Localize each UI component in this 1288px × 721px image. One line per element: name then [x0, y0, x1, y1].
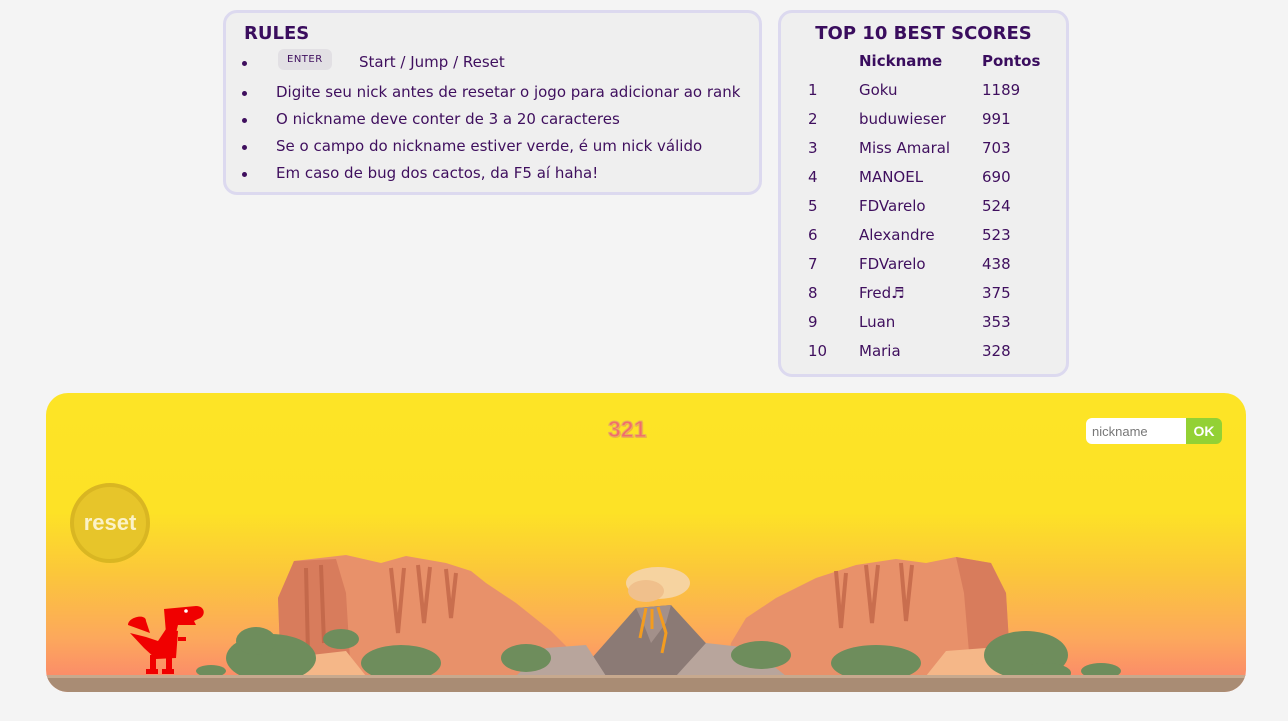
points-cell: 690 [982, 168, 1011, 186]
nickname-cell: Alexandre [859, 226, 935, 244]
points-cell: 523 [982, 226, 1011, 244]
rank-cell: 8 [808, 284, 818, 302]
score-row: 8 Fred♬ 375 [781, 284, 1066, 306]
nickname-cell: FDVarelo [859, 255, 926, 273]
rank-cell: 6 [808, 226, 818, 244]
nickname-cell: Luan [859, 313, 896, 331]
rule-item: ENTER Start / Jump / Reset [226, 49, 759, 75]
score-row: 4 MANOEL 690 [781, 168, 1066, 190]
nickname-cell: buduwieser [859, 110, 946, 128]
nickname-input[interactable] [1086, 418, 1187, 444]
rule-item: Em caso de bug dos cactos, da F5 aí haha… [226, 164, 759, 186]
points-cell: 1189 [982, 81, 1021, 99]
nickname-cell: Miss Amaral [859, 139, 951, 157]
score-row: 6 Alexandre 523 [781, 226, 1066, 248]
rule-text: Digite seu nick antes de resetar o jogo … [276, 83, 741, 101]
points-cell: 353 [982, 313, 1011, 331]
scores-title: TOP 10 BEST SCORES [815, 23, 1032, 44]
bullet-icon [242, 118, 247, 123]
points-cell: 991 [982, 110, 1011, 128]
nickname-cell: Fred♬ [859, 284, 905, 302]
rule-text: Em caso de bug dos cactos, da F5 aí haha… [276, 164, 599, 182]
rank-cell: 9 [808, 313, 818, 331]
reset-button[interactable]: reset [70, 483, 150, 563]
rule-text: O nickname deve conter de 3 a 20 caracte… [276, 110, 620, 128]
rank-cell: 7 [808, 255, 818, 273]
score-row: 9 Luan 353 [781, 313, 1066, 335]
rank-cell: 1 [808, 81, 818, 99]
score-row: 2 buduwieser 991 [781, 110, 1066, 132]
column-header-points: Pontos [982, 52, 1041, 70]
rank-cell: 5 [808, 197, 818, 215]
nickname-cell: FDVarelo [859, 197, 926, 215]
score-row: 10 Maria 328 [781, 342, 1066, 364]
rank-cell: 10 [808, 342, 828, 360]
score-counter: 321 [607, 416, 647, 443]
column-header-nickname: Nickname [859, 52, 943, 70]
bullet-icon [242, 91, 247, 96]
rule-text: Se o campo do nickname estiver verde, é … [276, 137, 703, 155]
rules-panel: RULES ENTER Start / Jump / Reset Digite … [223, 10, 762, 195]
nickname-cell: MANOEL [859, 168, 924, 186]
rule-item: O nickname deve conter de 3 a 20 caracte… [226, 110, 759, 132]
rule-item: Digite seu nick antes de resetar o jogo … [226, 83, 759, 105]
rules-title: RULES [244, 23, 310, 44]
rank-cell: 4 [808, 168, 818, 186]
bullet-icon [242, 172, 247, 177]
score-row: 3 Miss Amaral 703 [781, 139, 1066, 161]
game-canvas[interactable]: 321 OK reset [46, 393, 1246, 692]
points-cell: 438 [982, 255, 1011, 273]
bullet-icon [242, 61, 247, 66]
scores-panel: TOP 10 BEST SCORES Nickname Pontos 1 Gok… [778, 10, 1069, 377]
score-row: 5 FDVarelo 524 [781, 197, 1066, 219]
bullet-icon [242, 145, 247, 150]
nickname-cell: Goku [859, 81, 898, 99]
score-row: 7 FDVarelo 438 [781, 255, 1066, 277]
points-cell: 328 [982, 342, 1011, 360]
rule-text: Start / Jump / Reset [359, 53, 505, 71]
score-row: 1 Goku 1189 [781, 81, 1066, 103]
rank-cell: 2 [808, 110, 818, 128]
enter-key-badge: ENTER [278, 49, 332, 70]
points-cell: 703 [982, 139, 1011, 157]
points-cell: 375 [982, 284, 1011, 302]
rule-item: Se o campo do nickname estiver verde, é … [226, 137, 759, 159]
dino-icon [128, 606, 204, 674]
rank-cell: 3 [808, 139, 818, 157]
nickname-cell: Maria [859, 342, 901, 360]
points-cell: 524 [982, 197, 1011, 215]
ok-button[interactable]: OK [1186, 418, 1222, 444]
